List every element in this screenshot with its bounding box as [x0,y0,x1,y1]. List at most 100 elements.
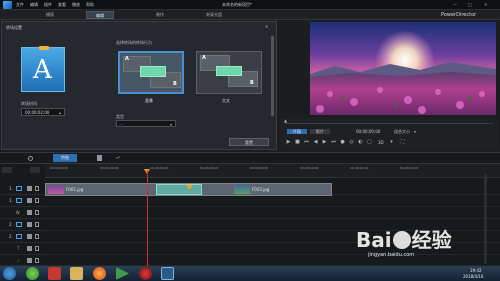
chevron-down-icon: ▾ [170,122,173,127]
panel-scrollbar[interactable] [271,36,274,116]
folder-icon[interactable] [70,267,83,280]
ruler-tick: 00;00;08;00 [250,166,269,170]
record-icon[interactable]: ● [339,139,346,146]
ruler-tick: 00;00;14;00 [400,166,419,170]
duration-spinner-icon[interactable]: ▴ [59,110,64,115]
fx-button[interactable]: 特效 [53,154,77,162]
clip-mode-button[interactable]: 片段 [287,129,307,134]
menu-view[interactable]: 查看 [58,2,66,7]
track-header-music: ♪ [0,255,45,266]
preview-controls: ▲ 片段 影片 00;00;00;00 适合大小 ▾ ▶ ■ ⏮ ◀ ▶ ⏭ ●… [281,118,498,150]
reset-button[interactable]: 重置 [229,138,269,146]
stop-icon[interactable]: ■ [294,139,301,146]
lock-icon[interactable] [35,210,39,215]
menu-help[interactable]: 帮助 [86,2,94,7]
type-value: --- [119,122,124,127]
ruler-tick: 00;00;02;00 [100,166,119,170]
track-enable-checkbox[interactable] [27,246,32,251]
project-title: 未命名的新项目* [222,2,252,7]
settings-icon[interactable] [28,156,33,161]
track-enable-checkbox[interactable] [27,198,32,203]
music-track-icon: ♪ [17,258,20,263]
powerdirector-task-icon[interactable] [161,267,174,280]
track-row[interactable] [45,195,500,207]
undock-icon[interactable]: ▢ [366,139,373,146]
app-logo-icon [3,1,12,9]
ruler-tick: 00;00;06;00 [200,166,219,170]
track-manager-icon[interactable] [2,167,12,173]
tab-capture[interactable]: 捕获 [36,11,64,19]
clip-name: F003.jpg [252,187,270,192]
lock-icon[interactable] [35,222,39,227]
app-360-icon[interactable] [26,267,39,280]
lock-icon[interactable] [35,246,39,251]
tools-icon[interactable]: ☍ [116,155,120,160]
movie-mode-button[interactable]: 影片 [310,129,330,134]
firefox-icon[interactable] [93,267,106,280]
tab-disc[interactable]: 刻录光盘 [200,11,228,19]
panel-close-icon[interactable]: ✕ [265,24,268,29]
video-clip-strip[interactable]: F001.jpg F003.jpg [45,183,332,196]
track-enable-checkbox[interactable] [27,234,32,239]
type-select[interactable]: --- ▾ [116,120,176,127]
menu-plugins[interactable]: 插件 [44,2,52,7]
delete-icon[interactable] [97,155,102,161]
tab-edit[interactable]: 编辑 [86,11,114,19]
windows-taskbar: 19:42 2018/4/16 [0,266,500,281]
app-red-icon[interactable] [48,267,61,280]
track-row[interactable] [45,255,500,266]
main-tabs: 捕获 编辑 制作 刻录光盘 PowerDirector [0,10,500,20]
tab-produce[interactable]: 制作 [146,11,174,19]
paw-icon [392,231,411,249]
play-icon[interactable]: ▶ [285,139,292,146]
duration-field[interactable]: 00;00;02;00 ▴ [21,108,65,116]
maximize-icon[interactable]: □ [468,2,472,7]
cross-option[interactable]: A B [196,51,262,94]
transition-letter-icon: A [33,55,52,85]
menu-file[interactable]: 文件 [16,2,24,7]
transition-block[interactable] [156,184,202,195]
media-player-icon[interactable] [116,267,129,280]
lock-icon[interactable] [35,186,39,191]
track-enable-checkbox[interactable] [27,186,32,191]
fullscreen-icon[interactable]: ⛶ [399,139,406,146]
volume-icon[interactable]: ◐ [357,139,364,146]
track-header-audio-2: 2. [0,231,45,243]
lock-icon[interactable] [35,198,39,203]
mode-3d-button[interactable]: 3D [378,140,384,145]
lock-icon[interactable] [35,258,39,263]
preview-scrubber[interactable] [285,123,493,124]
next-frame-icon[interactable]: ⏭ [330,139,337,146]
start-button-icon[interactable] [3,267,16,280]
timeline-scrollbar[interactable] [484,174,487,264]
watermark-suffix: 经验 [411,228,452,252]
lock-icon[interactable] [35,234,39,239]
track-number: 1. [9,198,13,203]
snapshot-icon[interactable]: ◎ [348,139,355,146]
fit-chevron-icon: ▾ [414,129,417,134]
fit-size-dropdown[interactable]: 适合大小 [394,129,410,134]
menu-playback[interactable]: 播放 [72,2,80,7]
minimize-icon[interactable]: — [453,2,457,7]
cross-letter-b: B [250,80,254,86]
next-icon[interactable]: ▶ [321,139,328,146]
record-app-icon[interactable] [139,267,152,280]
prev-frame-icon[interactable]: ⏮ [303,139,310,146]
title-track-icon: T [17,246,20,251]
track-row[interactable] [45,207,500,219]
menu-edit[interactable]: 编辑 [30,2,38,7]
track-zoom-icon[interactable] [30,167,40,173]
close-icon[interactable]: ✕ [484,2,487,7]
overlap-letter-b: B [173,81,177,87]
ruler-tick: 00;00;12;00 [350,166,369,170]
track-enable-checkbox[interactable] [27,210,32,215]
prev-icon[interactable]: ◀ [312,139,319,146]
timeline-ruler[interactable]: 00;00;00;00 00;00;02;00 00;00;04;00 00;0… [45,164,500,178]
track-enable-checkbox[interactable] [27,258,32,263]
mode-3d-chevron-icon: ▾ [390,139,393,145]
audio-track-icon [16,198,22,203]
track-enable-checkbox[interactable] [27,222,32,227]
overlap-option[interactable]: A B [118,51,184,94]
cross-letter-a: A [202,55,206,61]
ruler-tick: 00;00;00;00 [50,166,69,170]
